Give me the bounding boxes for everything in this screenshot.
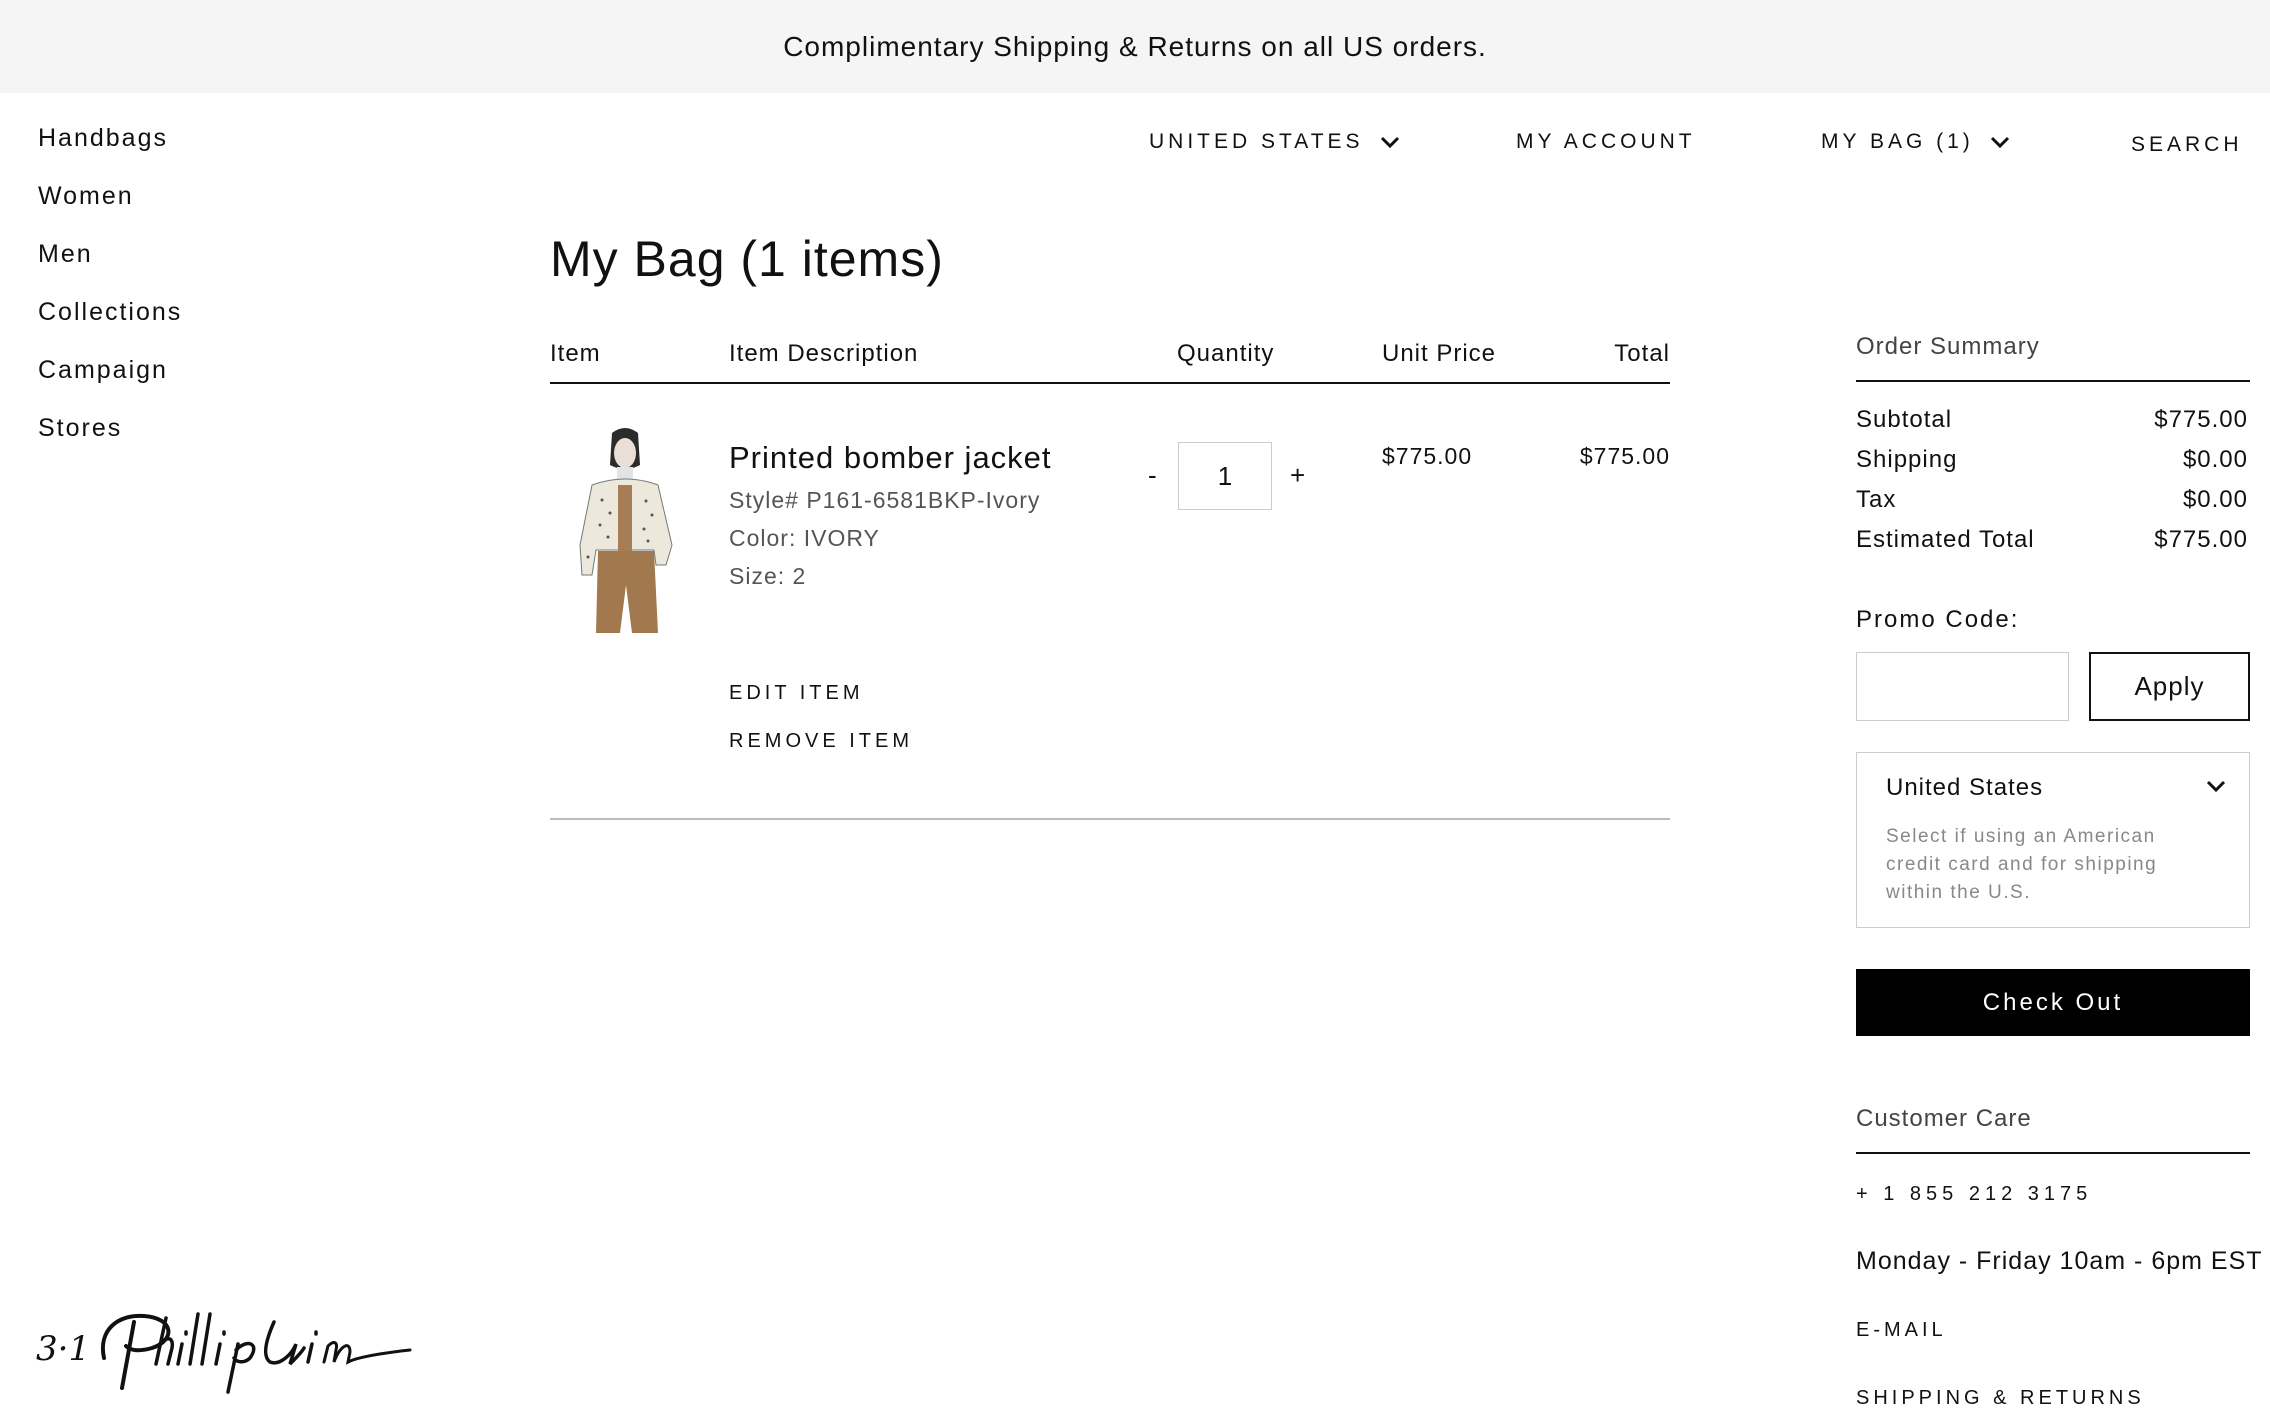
search-link[interactable]: SEARCH: [2131, 127, 2243, 163]
order-summary-divider: [1856, 380, 2250, 382]
quantity-decrease-button[interactable]: -: [1148, 460, 1157, 491]
promo-banner-text: Complimentary Shipping & Returns on all …: [783, 30, 1487, 62]
sidebar-item-handbags[interactable]: Handbags: [38, 118, 182, 176]
page-title: My Bag (1 items): [550, 231, 944, 287]
product-image[interactable]: [562, 425, 688, 633]
summary-row-shipping: Shipping $0.00: [1856, 446, 2248, 474]
summary-row-tax: Tax $0.00: [1856, 486, 2248, 514]
summary-value: $775.00: [2154, 526, 2248, 553]
country-selector-label: UNITED STATES: [1149, 130, 1364, 153]
chevron-down-icon: [1990, 136, 2009, 148]
promo-code-input[interactable]: [1856, 652, 2069, 721]
column-header-quantity: Quantity: [1177, 340, 1275, 367]
chevron-down-icon: [1380, 136, 1399, 148]
country-help-text: Select if using an American credit card …: [1886, 826, 2158, 903]
svg-text:3·1: 3·1: [36, 1329, 90, 1369]
cart-table-header: Item Item Description Quantity Unit Pric…: [550, 336, 1670, 384]
apply-promo-button[interactable]: Apply: [2089, 652, 2250, 721]
sidebar-item-stores[interactable]: Stores: [38, 408, 182, 466]
country-select[interactable]: United States: [1886, 774, 2226, 802]
customer-care-title: Customer Care: [1856, 1105, 2032, 1132]
product-name[interactable]: Printed bomber jacket: [729, 440, 1052, 476]
edit-item-link[interactable]: EDIT ITEM: [729, 682, 864, 705]
summary-label: Shipping: [1856, 446, 1958, 473]
summary-row-subtotal: Subtotal $775.00: [1856, 406, 2248, 434]
country-selector[interactable]: UNITED STATES: [1149, 124, 1400, 160]
customer-care-hours: Monday - Friday 10am - 6pm EST: [1856, 1247, 2263, 1275]
column-header-description: Item Description: [729, 340, 919, 367]
summary-value: $0.00: [2182, 446, 2248, 473]
line-total: $775.00: [1579, 443, 1670, 469]
quantity-increase-button[interactable]: +: [1290, 460, 1305, 491]
sidebar-item-campaign[interactable]: Campaign: [38, 350, 182, 408]
brand-logo[interactable]: 3·1: [34, 1300, 414, 1396]
my-account-link[interactable]: MY ACCOUNT: [1516, 124, 1696, 160]
side-navigation: Handbags Women Men Collections Campaign …: [38, 118, 182, 466]
my-bag-label: MY BAG (1): [1821, 130, 1974, 153]
country-select-panel: United States Select if using an America…: [1856, 752, 2250, 928]
checkout-button[interactable]: Check Out: [1856, 969, 2250, 1036]
order-summary-title: Order Summary: [1856, 333, 2040, 360]
summary-label: Tax: [1856, 486, 1897, 513]
customer-care-divider: [1856, 1152, 2250, 1154]
column-header-unit-price: Unit Price: [1382, 340, 1497, 367]
promo-code-label: Promo Code:: [1856, 606, 2020, 633]
product-style: Style# P161-6581BKP-Ivory: [729, 487, 1041, 513]
chevron-down-icon: [2206, 780, 2226, 793]
column-header-total: Total: [1614, 340, 1670, 367]
sidebar-item-women[interactable]: Women: [38, 176, 182, 234]
remove-item-link[interactable]: REMOVE ITEM: [729, 730, 913, 753]
country-select-value: United States: [1886, 774, 2044, 801]
promo-banner: Complimentary Shipping & Returns on all …: [0, 0, 2270, 93]
unit-price: $775.00: [1382, 443, 1473, 469]
summary-label: Subtotal: [1856, 406, 1953, 433]
summary-value: $775.00: [2154, 406, 2248, 433]
customer-care-phone[interactable]: + 1 855 212 3175: [1856, 1183, 2092, 1206]
quantity-input[interactable]: [1178, 442, 1272, 510]
summary-label: Estimated Total: [1856, 526, 2035, 553]
product-size: Size: 2: [729, 563, 807, 589]
summary-value: $0.00: [2182, 486, 2248, 513]
column-header-item: Item: [550, 340, 601, 367]
my-bag-menu[interactable]: MY BAG (1): [1821, 124, 2010, 160]
product-color: Color: IVORY: [729, 525, 880, 551]
cart-row-divider: [550, 818, 1670, 820]
email-link[interactable]: E-MAIL: [1856, 1319, 1947, 1342]
shipping-returns-link[interactable]: SHIPPING & RETURNS: [1856, 1387, 2145, 1410]
sidebar-item-men[interactable]: Men: [38, 234, 182, 292]
summary-row-estimated-total: Estimated Total $775.00: [1856, 526, 2248, 554]
sidebar-item-collections[interactable]: Collections: [38, 292, 182, 350]
